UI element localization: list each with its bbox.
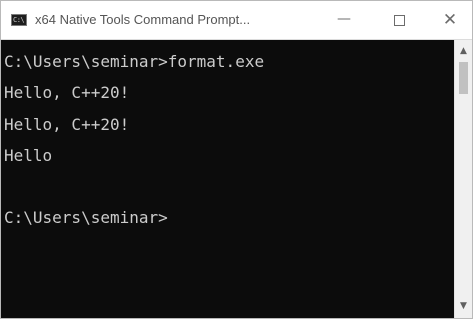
console-prompt[interactable]: C:\Users\seminar> <box>4 207 454 238</box>
console-icon-text: C:\ <box>13 16 25 24</box>
scroll-up-arrow-icon[interactable]: ▲ <box>455 43 472 60</box>
title-bar[interactable]: C:\ x64 Native Tools Command Prompt... —… <box>1 1 472 40</box>
close-icon: ✕ <box>442 10 458 30</box>
console-window: C:\ x64 Native Tools Command Prompt... —… <box>0 0 473 319</box>
scrollbar-thumb[interactable] <box>459 62 468 94</box>
console-line: Hello <box>4 145 53 165</box>
close-button[interactable]: ✕ <box>427 1 472 39</box>
vertical-scrollbar[interactable]: ▲ ▼ <box>454 40 472 318</box>
scroll-down-arrow-icon[interactable]: ▼ <box>455 298 472 315</box>
console-line: C:\Users\seminar>format.exe <box>4 52 265 71</box>
console-icon[interactable]: C:\ <box>11 14 27 26</box>
console-line: Hello, C++20! <box>4 83 130 103</box>
console-line: Hello, C++20! <box>4 114 130 134</box>
maximize-button[interactable] <box>377 1 423 39</box>
minimize-icon: — <box>337 11 351 27</box>
maximize-icon <box>394 15 405 26</box>
window-title: x64 Native Tools Command Prompt... <box>35 12 251 27</box>
minimize-button[interactable]: — <box>321 1 367 39</box>
console-output[interactable]: C:\Users\seminar>format.exe Hello, C++20… <box>1 40 454 318</box>
